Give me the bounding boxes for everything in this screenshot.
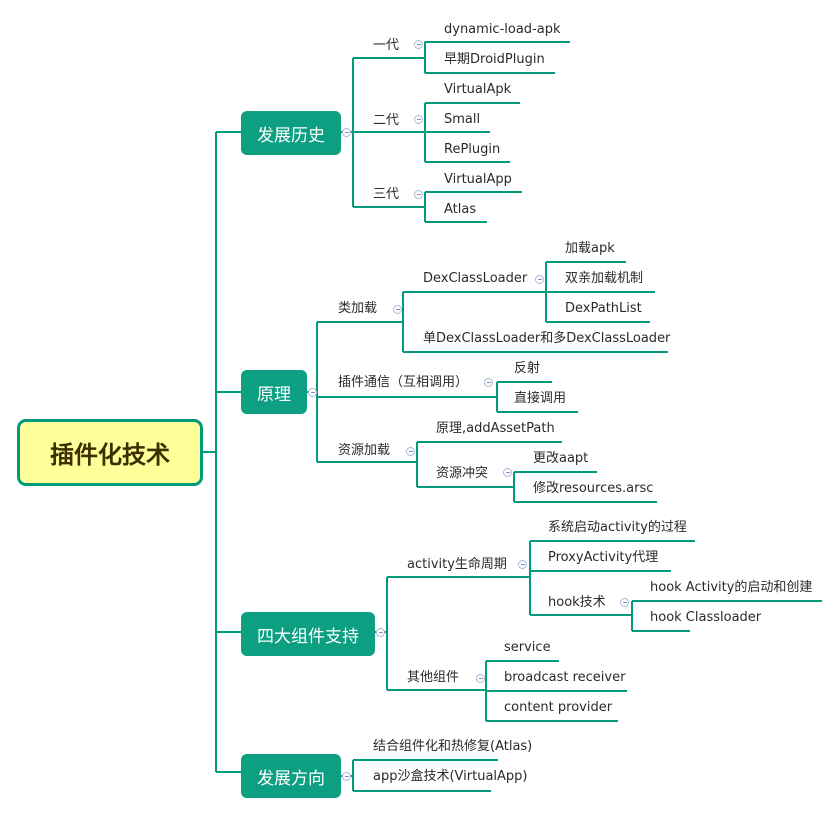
collapse-toggle-icon[interactable] [535,275,544,284]
leaf-node[interactable]: 系统启动activity的过程 [548,520,687,536]
leaf-node[interactable]: Atlas [444,202,476,218]
collapse-toggle-icon[interactable] [342,128,351,137]
node-gen3[interactable]: 三代 [373,187,399,203]
node-conflict[interactable]: 资源冲突 [436,466,488,482]
leaf-node[interactable]: 结合组件化和热修复(Atlas) [373,739,532,755]
collapse-toggle-icon[interactable] [484,378,493,387]
node-components[interactable]: 四大组件支持 [241,612,375,656]
collapse-toggle-icon[interactable] [620,598,629,607]
leaf-node[interactable]: RePlugin [444,142,500,158]
collapse-toggle-icon[interactable] [476,674,485,683]
node-others[interactable]: 其他组件 [407,670,459,686]
leaf-node[interactable]: dynamic-load-apk [444,22,561,38]
leaf-node[interactable]: content provider [504,700,612,716]
leaf-node[interactable]: app沙盒技术(VirtualApp) [373,769,528,785]
collapse-toggle-icon[interactable] [414,190,423,199]
leaf-node[interactable]: hook Activity的启动和创建 [650,580,812,596]
leaf-node[interactable]: 更改aapt [533,451,588,467]
leaf-node[interactable]: 原理,addAssetPath [436,421,555,437]
leaf-node[interactable]: 直接调用 [514,391,566,407]
leaf-node[interactable]: 早期DroidPlugin [444,52,545,68]
collapse-toggle-icon[interactable] [414,115,423,124]
node-direction[interactable]: 发展方向 [241,754,341,798]
node-hook[interactable]: hook技术 [548,595,606,611]
leaf-node[interactable]: 修改resources.arsc [533,481,653,497]
collapse-toggle-icon[interactable] [414,40,423,49]
leaf-node[interactable]: 单DexClassLoader和多DexClassLoader [423,331,670,347]
collapse-toggle-icon[interactable] [308,388,317,397]
leaf-node[interactable]: VirtualApk [444,82,511,98]
node-history[interactable]: 发展历史 [241,111,341,155]
node-dexclassloader[interactable]: DexClassLoader [423,271,527,287]
leaf-node[interactable]: 反射 [514,361,540,377]
collapse-toggle-icon[interactable] [406,447,415,456]
leaf-node[interactable]: 双亲加载机制 [565,271,643,287]
collapse-toggle-icon[interactable] [503,468,512,477]
leaf-node[interactable]: VirtualApp [444,172,512,188]
leaf-node[interactable]: DexPathList [565,301,642,317]
leaf-node[interactable]: 加载apk [565,241,615,257]
leaf-node[interactable]: broadcast receiver [504,670,625,686]
node-gen1[interactable]: 一代 [373,38,399,54]
collapse-toggle-icon[interactable] [518,560,527,569]
leaf-node[interactable]: service [504,640,551,656]
node-principle[interactable]: 原理 [241,370,307,414]
node-res[interactable]: 资源加载 [338,443,390,459]
collapse-toggle-icon[interactable] [393,305,402,314]
node-gen2[interactable]: 二代 [373,113,399,129]
node-activity[interactable]: activity生命周期 [407,557,507,573]
node-classload[interactable]: 类加载 [338,301,377,317]
node-comm[interactable]: 插件通信（互相调用） [338,375,468,391]
root-node[interactable]: 插件化技术 [17,419,203,486]
leaf-node[interactable]: hook Classloader [650,610,761,626]
connector [203,131,241,773]
leaf-node[interactable]: Small [444,112,480,128]
collapse-toggle-icon[interactable] [342,772,351,781]
leaf-node[interactable]: ProxyActivity代理 [548,550,658,566]
mind-map-canvas: 插件化技术 发展历史 原理 四大组件支持 发展方向 一代 dynamic-loa… [0,0,838,813]
collapse-toggle-icon[interactable] [376,628,385,637]
